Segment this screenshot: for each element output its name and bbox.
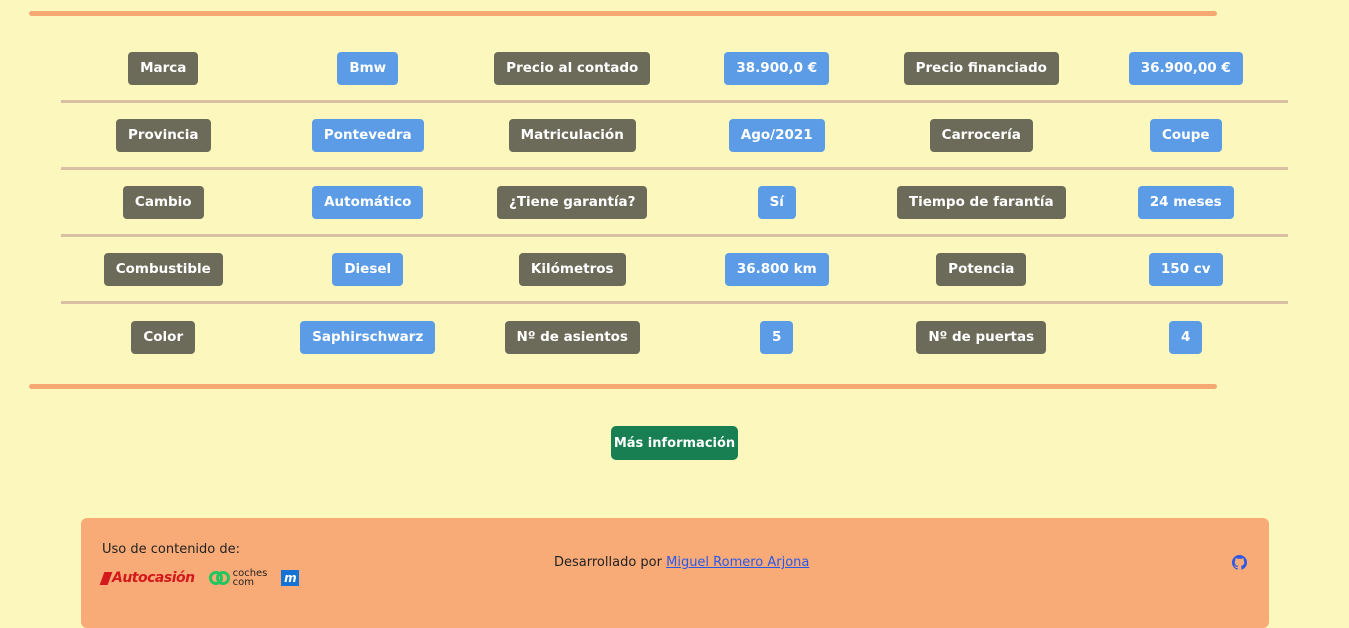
spec-label-province: Provincia [115, 118, 211, 152]
spec-row: Cambio Automático ¿Tiene garantía? Sí Ti… [61, 170, 1288, 237]
autocasion-logo[interactable]: Autocasión [99, 570, 195, 586]
top-divider [29, 11, 1217, 16]
spec-label-color: Color [131, 321, 196, 354]
spec-label-warranty: ¿Tiene garantía? [497, 185, 648, 219]
spec-value-body: Coupe [1149, 118, 1222, 152]
github-icon[interactable] [1232, 555, 1247, 570]
spec-row: Provincia Pontevedra Matriculación Ago/2… [61, 103, 1288, 170]
spec-value-registration: Ago/2021 [728, 118, 825, 152]
spec-label-mileage: Kilómetros [518, 252, 626, 286]
more-info-button[interactable]: Más información [611, 426, 738, 460]
spec-row: Color Saphirschwarz Nº de asientos 5 Nº … [61, 304, 1288, 371]
spec-row: Combustible Diesel Kilómetros 36.800 km … [61, 237, 1288, 304]
source-logos: Autocasión coches com m [99, 568, 300, 588]
spec-value-financed-price: 36.900,00 € [1128, 51, 1243, 85]
spec-label-transmission: Cambio [122, 185, 204, 219]
spec-row: Marca Bmw Precio al contado 38.900,0 € P… [61, 36, 1288, 103]
spec-label-power: Potencia [936, 252, 1027, 286]
spec-value-color: Saphirschwarz [300, 321, 436, 354]
spec-label-seats: Nº de asientos [504, 321, 640, 354]
spec-value-warranty: Sí [757, 185, 796, 219]
page-footer: Uso de contenido de: Autocasión coches co… [81, 518, 1269, 628]
vehicle-spec-table: Marca Bmw Precio al contado 38.900,0 € P… [61, 36, 1288, 371]
spec-value-seats: 5 [760, 321, 794, 354]
spec-label-doors: Nº de puertas [916, 321, 1047, 354]
spec-value-province: Pontevedra [311, 118, 424, 152]
autocasion-logo-text: Autocasión [112, 570, 195, 586]
developer-link[interactable]: Miguel Romero Arjona [666, 555, 809, 570]
spec-value-fuel: Diesel [332, 252, 404, 286]
spec-label-brand: Marca [128, 51, 199, 85]
coches-com-logo-text: coches com [232, 568, 268, 588]
spec-label-warranty-time: Tiempo de farantía [896, 185, 1066, 219]
developed-by-label: Desarrollado por [554, 555, 662, 570]
spec-value-doors: 4 [1169, 321, 1203, 354]
spec-value-cash-price: 38.900,0 € [724, 51, 830, 85]
spec-label-fuel: Combustible [103, 252, 223, 286]
spec-label-registration: Matriculación [508, 118, 636, 152]
developer-credit: Desarrollado por Miguel Romero Arjona [554, 555, 809, 570]
spec-label-cash-price: Precio al contado [494, 51, 651, 85]
spec-label-financed-price: Precio financiado [903, 51, 1059, 85]
spec-value-power: 150 cv [1148, 252, 1223, 286]
spec-value-transmission: Automático [312, 185, 424, 219]
spec-label-body: Carrocería [929, 118, 1033, 152]
coches-com-logo[interactable]: coches com [208, 568, 268, 588]
motor-logo[interactable]: m [281, 570, 300, 586]
spec-value-mileage: 36.800 km [724, 252, 829, 286]
bottom-divider [29, 384, 1217, 389]
content-credits-label: Uso de contenido de: [102, 542, 241, 557]
spec-value-warranty-time: 24 meses [1137, 185, 1234, 219]
spec-value-brand: Bmw [337, 51, 399, 85]
